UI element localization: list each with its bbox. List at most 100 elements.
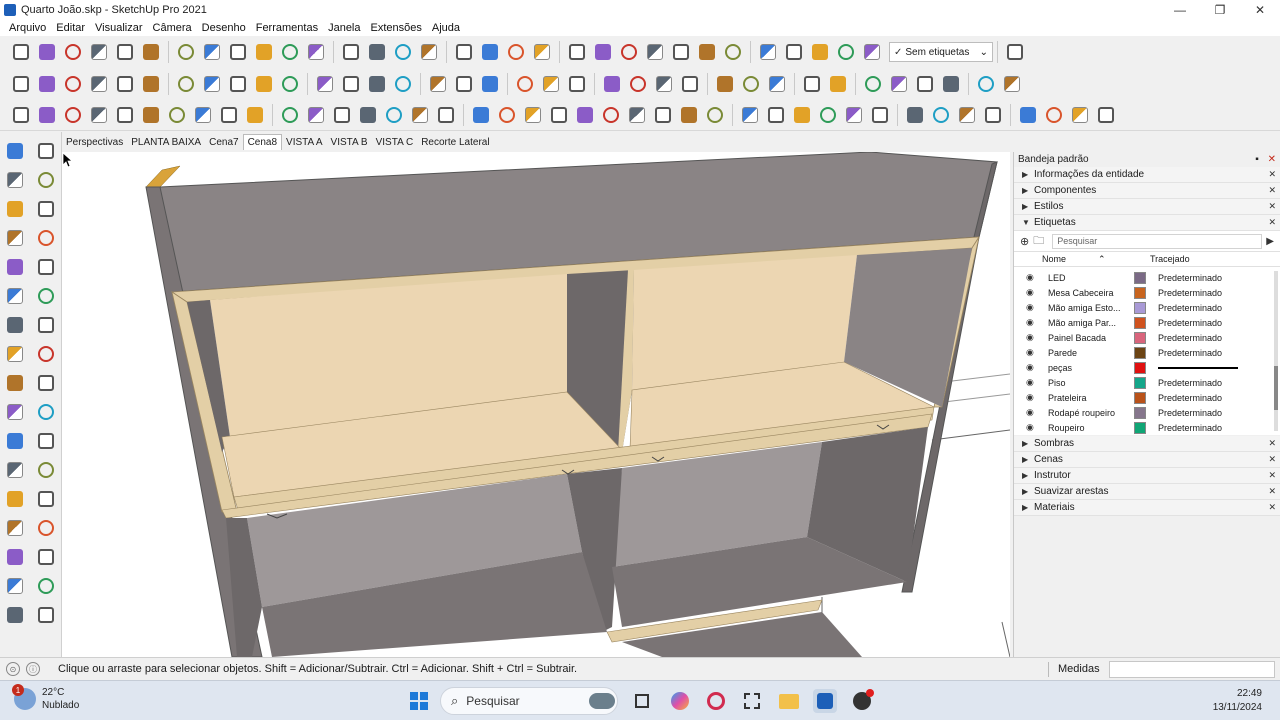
push-pull-icon[interactable]	[35, 343, 57, 365]
circle-orange-icon[interactable]	[305, 104, 327, 126]
arc-3pt-icon[interactable]	[4, 314, 26, 336]
line-style-icon[interactable]	[982, 104, 1004, 126]
window-d-icon[interactable]	[1095, 104, 1117, 126]
make-component-icon[interactable]	[35, 140, 57, 162]
solid-icon[interactable]	[253, 73, 275, 95]
box-lid-icon[interactable]	[36, 104, 58, 126]
cube-orange-icon[interactable]	[679, 73, 701, 95]
freehand-icon[interactable]	[35, 198, 57, 220]
tag-color-swatch[interactable]	[1134, 376, 1146, 389]
tray-panel-suavizar-arestas[interactable]: ▶ Suavizar arestas ✕	[1014, 484, 1280, 500]
protractor-icon[interactable]	[4, 459, 26, 481]
monochrome-icon[interactable]	[704, 104, 726, 126]
cloud-icon[interactable]	[862, 73, 884, 95]
eye-icon[interactable]: ◉	[1026, 362, 1042, 373]
cut-list-icon[interactable]	[340, 73, 362, 95]
section-cut-icon[interactable]	[835, 41, 857, 63]
stamp-icon[interactable]	[114, 104, 136, 126]
views-right-icon[interactable]	[670, 41, 692, 63]
tags-col-name[interactable]: Nome	[1042, 254, 1098, 264]
views-back-icon[interactable]	[696, 41, 718, 63]
lamp-icon[interactable]	[827, 73, 849, 95]
text-icon[interactable]	[279, 41, 301, 63]
scale-icon[interactable]	[227, 41, 249, 63]
text-icon[interactable]	[35, 459, 57, 481]
views-front-icon[interactable]	[644, 41, 666, 63]
mark-icon[interactable]	[766, 73, 788, 95]
scene-tab-vista-a[interactable]: VISTA A	[282, 135, 327, 150]
previous-view-icon[interactable]	[35, 575, 57, 597]
tag-color-swatch[interactable]	[1134, 361, 1146, 374]
menu-arquivo[interactable]: Arquivo	[4, 22, 51, 34]
tray-panel-materiais[interactable]: ▶ Materiais ✕	[1014, 500, 1280, 516]
hidden-line-icon[interactable]	[626, 104, 648, 126]
extension-d-icon[interactable]	[956, 104, 978, 126]
tags-search-input[interactable]: Pesquisar	[1052, 233, 1263, 249]
panel-close-icon[interactable]: ✕	[1268, 470, 1276, 481]
grid-icon[interactable]	[166, 104, 188, 126]
eye-icon[interactable]: ◉	[1026, 287, 1042, 298]
tag-dash[interactable]: Predeterminado	[1158, 303, 1222, 313]
save-icon[interactable]	[453, 73, 475, 95]
text-t-icon[interactable]	[357, 104, 379, 126]
add-tag-folder-icon[interactable]: 🗀	[1033, 232, 1044, 251]
flip-icon[interactable]	[192, 104, 214, 126]
scene-tab-planta-baixa[interactable]: PLANTA BAIXA	[127, 135, 205, 150]
shape-icon[interactable]	[227, 73, 249, 95]
paint-bucket-icon[interactable]	[4, 169, 26, 191]
task-view-icon[interactable]	[630, 689, 654, 713]
move-icon[interactable]	[4, 343, 26, 365]
tag-color-swatch[interactable]	[1134, 346, 1146, 359]
panel-close-icon[interactable]: ✕	[1268, 454, 1276, 465]
extension-a-icon[interactable]	[869, 104, 891, 126]
layers-back-icon[interactable]	[496, 104, 518, 126]
pan-icon[interactable]	[366, 41, 388, 63]
tag-row[interactable]: ◉ Parede Predeterminado	[1014, 345, 1280, 360]
panel-close-icon[interactable]: ✕	[1268, 185, 1276, 196]
tray-panel-cenas[interactable]: ▶ Cenas ✕	[1014, 452, 1280, 468]
tag-dash[interactable]: Predeterminado	[1158, 333, 1222, 343]
panel-icon[interactable]	[601, 73, 623, 95]
drape-icon[interactable]	[140, 104, 162, 126]
cube-outline-icon[interactable]	[175, 73, 197, 95]
eraser-icon[interactable]	[36, 41, 58, 63]
panel-close-icon[interactable]: ✕	[1268, 169, 1276, 180]
tray-close-icon[interactable]: ✕	[1268, 154, 1276, 165]
menu-extensoes[interactable]: Extensões	[366, 22, 427, 34]
grass-icon[interactable]	[88, 104, 110, 126]
move-icon[interactable]	[175, 41, 197, 63]
menu-desenho[interactable]: Desenho	[197, 22, 251, 34]
box-icon[interactable]	[201, 73, 223, 95]
tag-dash[interactable]: Predeterminado	[1158, 423, 1222, 433]
restore-button[interactable]: ❐	[1200, 0, 1240, 20]
cloud-link-icon[interactable]	[940, 73, 962, 95]
section-display-icon[interactable]	[783, 41, 805, 63]
settings-gear-icon[interactable]	[36, 73, 58, 95]
scene-tab-recorte-lateral[interactable]: Recorte Lateral	[417, 135, 493, 150]
eye-icon[interactable]: ◉	[1026, 422, 1042, 433]
arc-icon[interactable]	[4, 285, 26, 307]
window-b-icon[interactable]	[1043, 104, 1065, 126]
camera-icon[interactable]	[566, 73, 588, 95]
tag-color-swatch[interactable]	[1134, 286, 1146, 299]
pie-icon[interactable]	[35, 314, 57, 336]
section-plane-icon[interactable]	[757, 41, 779, 63]
zoom-window-icon[interactable]	[35, 546, 57, 568]
snipping-tool-icon[interactable]	[740, 689, 764, 713]
tag-row[interactable]: ◉ Mesa Cabeceira Predeterminado	[1014, 285, 1280, 300]
active-tag-dropdown[interactable]: ✓ Sem etiquetas ⌄	[889, 42, 993, 62]
tag-dash[interactable]: Predeterminado	[1158, 393, 1222, 403]
push-pull-icon[interactable]	[140, 41, 162, 63]
cloud-red-icon[interactable]	[888, 73, 910, 95]
pan-icon[interactable]	[35, 517, 57, 539]
scene-tab-cena7[interactable]: Cena7	[205, 135, 242, 150]
look-around-icon[interactable]	[35, 604, 57, 626]
tag-row[interactable]: ◉ Piso Predeterminado	[1014, 375, 1280, 390]
tray-pin-icon[interactable]: ▪	[1255, 154, 1259, 165]
file-explorer-icon[interactable]	[777, 689, 801, 713]
offset-icon[interactable]	[35, 401, 57, 423]
drawer-icon[interactable]	[88, 73, 110, 95]
tag-color-swatch[interactable]	[1134, 391, 1146, 404]
menu-camera[interactable]: Câmera	[148, 22, 197, 34]
tag-color-swatch[interactable]	[1134, 301, 1146, 314]
